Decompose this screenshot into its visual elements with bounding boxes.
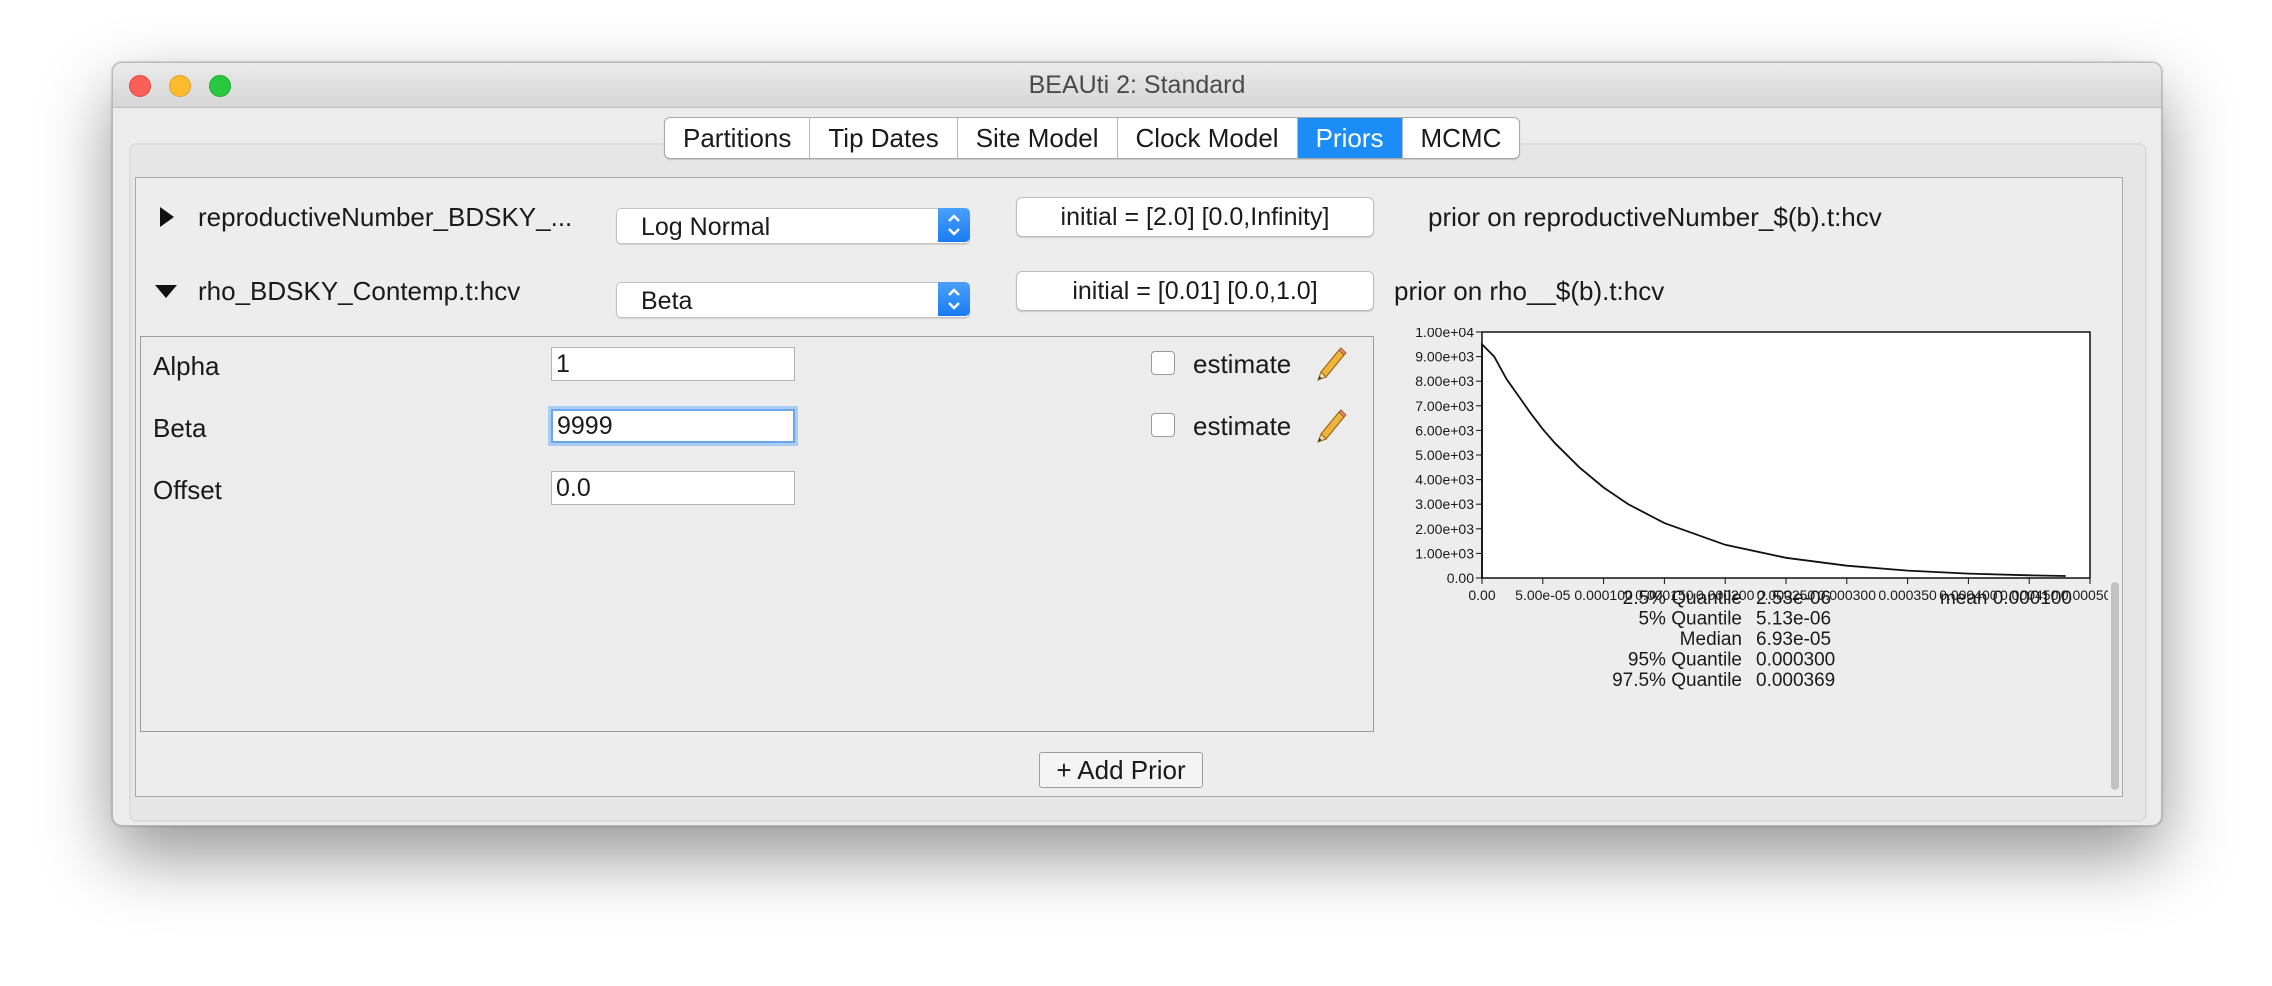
stat-label: 97.5% Quantile <box>1612 670 1742 691</box>
tab-priors[interactable]: Priors <box>1297 118 1403 158</box>
stat-label: 2.5% Quantile <box>1623 588 1742 609</box>
add-prior-button[interactable]: + Add Prior <box>1039 752 1203 788</box>
estimate-label: estimate <box>1193 411 1292 441</box>
initial-value-button[interactable]: initial = [2.0] [0.0,Infinity] <box>1016 197 1374 237</box>
pencil-icon[interactable] <box>1313 345 1349 381</box>
beauti-window: BEAUti 2: Standard Partitions Tip Dates … <box>112 62 2162 826</box>
stat-value: 6.93e-05 <box>1756 629 1831 650</box>
distribution-select[interactable]: Beta <box>616 282 970 318</box>
stat-value: 0.000300 <box>1756 650 1835 671</box>
prior-row-reproductive-number: reproductiveNumber_BDSKY_... Log Normal … <box>136 192 2122 244</box>
prior-description: prior on rho__$(b).t:hcv <box>1394 276 1665 306</box>
offset-input[interactable] <box>551 471 795 505</box>
mean-label: mean 0.000100 <box>1940 588 2072 609</box>
distribution-plot: 0.00 1.00e+03 2.00e+03 3.00e+03 4.00e+03 5.00… <box>1415 328 2108 691</box>
select-stepper-icon[interactable] <box>938 282 970 316</box>
y-tick-label: 5.00e+03 <box>1415 447 1474 463</box>
prior-row-rho: rho_BDSKY_Contemp.t:hcv Beta initial = [… <box>136 266 2122 318</box>
stat-label: Median <box>1680 629 1742 650</box>
y-tick-label: 7.00e+03 <box>1415 398 1474 414</box>
tab-clock-model[interactable]: Clock Model <box>1118 118 1298 158</box>
scrollbar-thumb[interactable] <box>2111 582 2119 790</box>
priors-panel: reproductiveNumber_BDSKY_... Log Normal … <box>135 177 2123 797</box>
stat-value: 5.13e-06 <box>1756 609 1831 630</box>
y-tick-label: 9.00e+03 <box>1415 349 1474 365</box>
distribution-value: Log Normal <box>641 213 771 241</box>
tab-partitions[interactable]: Partitions <box>665 118 811 158</box>
beta-parameters-panel: Alpha estimate Beta estimate <box>140 336 1374 732</box>
tab-mcmc[interactable]: MCMC <box>1403 118 1520 158</box>
title-bar[interactable]: BEAUti 2: Standard <box>113 63 2161 108</box>
y-tick-label: 1.00e+03 <box>1415 545 1474 561</box>
x-tick-label: 0.000350 <box>1878 587 1937 603</box>
tab-site-model[interactable]: Site Model <box>958 118 1118 158</box>
y-tick-label: 2.00e+03 <box>1415 521 1474 537</box>
y-tick-label: 6.00e+03 <box>1415 422 1474 438</box>
prior-name: rho_BDSKY_Contemp.t:hcv <box>198 276 521 306</box>
window-title: BEAUti 2: Standard <box>1028 71 1246 99</box>
tab-tip-dates[interactable]: Tip Dates <box>810 118 958 158</box>
plot-area <box>1481 331 2091 579</box>
alpha-label: Alpha <box>153 351 220 381</box>
y-tick-label: 3.00e+03 <box>1415 496 1474 512</box>
y-tick-label: 0.00 <box>1447 570 1474 586</box>
beta-input[interactable] <box>551 409 795 443</box>
x-tick-label: 5.00e-05 <box>1515 587 1570 603</box>
estimate-label: estimate <box>1193 349 1292 379</box>
collapse-arrow-icon[interactable] <box>154 279 178 303</box>
x-tick-label: 0.00 <box>1468 587 1495 603</box>
stat-value: 0.000369 <box>1756 670 1835 691</box>
expand-arrow-icon[interactable] <box>154 205 178 229</box>
beta-estimate-checkbox[interactable] <box>1151 413 1175 437</box>
tab-bar: Partitions Tip Dates Site Model Clock Mo… <box>664 117 1521 159</box>
y-tick-label: 4.00e+03 <box>1415 472 1474 488</box>
offset-label: Offset <box>153 475 222 505</box>
select-stepper-icon[interactable] <box>938 208 970 242</box>
vertical-scrollbar[interactable] <box>2111 182 2119 790</box>
initial-value-button[interactable]: initial = [0.01] [0.0,1.0] <box>1016 271 1374 311</box>
distribution-select[interactable]: Log Normal <box>616 208 970 244</box>
stat-label: 95% Quantile <box>1628 650 1742 671</box>
beta-label: Beta <box>153 413 207 443</box>
stat-label: 5% Quantile <box>1638 609 1742 630</box>
distribution-value: Beta <box>641 287 693 315</box>
stat-value: 2.53e-06 <box>1756 588 1831 609</box>
alpha-input[interactable] <box>551 347 795 381</box>
alpha-estimate-checkbox[interactable] <box>1151 351 1175 375</box>
y-tick-label: 1.00e+04 <box>1415 328 1474 340</box>
pencil-icon[interactable] <box>1313 407 1349 443</box>
y-tick-label: 8.00e+03 <box>1415 373 1474 389</box>
prior-description: prior on reproductiveNumber_$(b).t:hcv <box>1428 202 1882 232</box>
prior-name: reproductiveNumber_BDSKY_... <box>198 202 573 232</box>
